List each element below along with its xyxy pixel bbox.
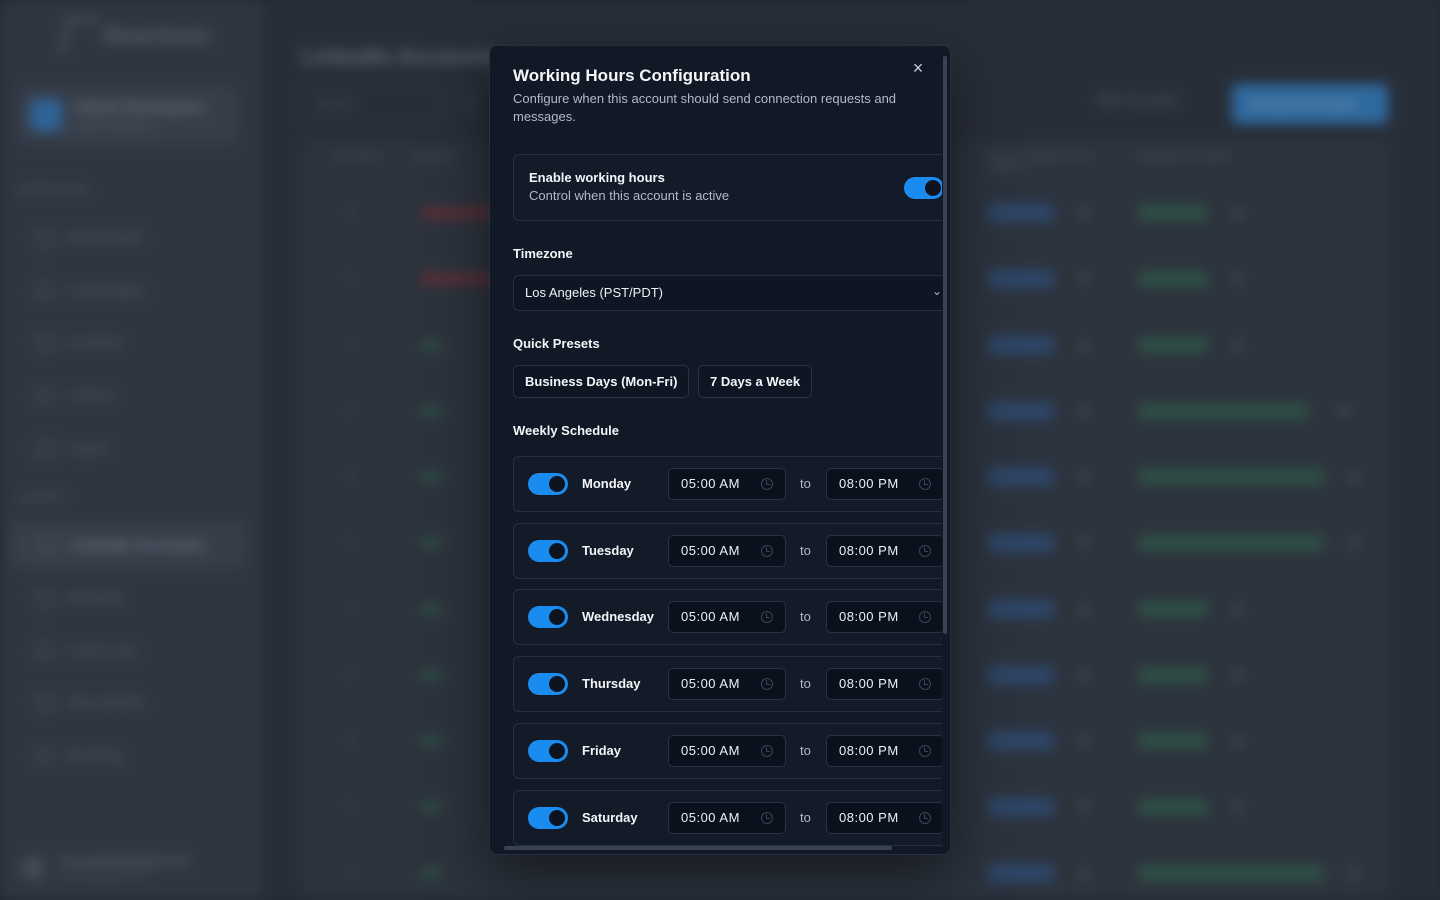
enable-working-hours-toggle[interactable] — [904, 177, 942, 199]
toggle-knob — [549, 810, 565, 826]
start-time-value: 05:00 AM — [681, 476, 740, 491]
to-separator: to — [800, 810, 811, 825]
working-hours-modal: × Working Hours Configuration Configure … — [489, 45, 951, 855]
end-time-value: 08:00 PM — [839, 676, 899, 691]
clock-icon — [761, 745, 773, 757]
to-separator: to — [800, 676, 811, 691]
day-toggle-saturday[interactable] — [528, 807, 568, 829]
end-time-input[interactable]: 08:00 PM — [826, 601, 942, 633]
toggle-knob — [549, 676, 565, 692]
toggle-knob — [549, 476, 565, 492]
end-time-input[interactable]: 08:00 PM — [826, 535, 942, 567]
end-time-input[interactable]: 08:00 PM — [826, 735, 942, 767]
to-separator: to — [800, 543, 811, 558]
day-toggle-tuesday[interactable] — [528, 540, 568, 562]
vertical-scrollbar[interactable] — [943, 56, 947, 634]
end-time-value: 08:00 PM — [839, 810, 899, 825]
start-time-input[interactable]: 05:00 AM — [668, 735, 786, 767]
clock-icon — [761, 812, 773, 824]
weekly-schedule-label: Weekly Schedule — [513, 423, 619, 438]
day-toggle-thursday[interactable] — [528, 673, 568, 695]
day-row-monday: Monday 05:00 AM to 08:00 PM — [513, 456, 942, 512]
end-time-value: 08:00 PM — [839, 543, 899, 558]
clock-icon — [919, 745, 931, 757]
day-name: Friday — [582, 743, 622, 758]
start-time-value: 05:00 AM — [681, 743, 740, 758]
day-row-thursday: Thursday 05:00 AM to 08:00 PM — [513, 656, 942, 712]
start-time-input[interactable]: 05:00 AM — [668, 668, 786, 700]
chevron-down-icon: ⌄ — [932, 284, 942, 298]
end-time-input[interactable]: 08:00 PM — [826, 802, 942, 834]
start-time-input[interactable]: 05:00 AM — [668, 802, 786, 834]
close-icon[interactable]: × — [908, 58, 928, 78]
toggle-knob — [549, 609, 565, 625]
clock-icon — [919, 678, 931, 690]
clock-icon — [761, 678, 773, 690]
start-time-value: 05:00 AM — [681, 810, 740, 825]
timezone-select[interactable]: Los Angeles (PST/PDT) ⌄ — [513, 275, 942, 311]
day-row-friday: Friday 05:00 AM to 08:00 PM — [513, 723, 942, 779]
day-name: Monday — [582, 476, 632, 491]
toggle-knob — [549, 743, 565, 759]
day-name: Wednesday — [582, 609, 655, 624]
clock-icon — [761, 478, 773, 490]
end-time-input[interactable]: 08:00 PM — [826, 468, 942, 500]
clock-icon — [761, 611, 773, 623]
to-separator: to — [800, 609, 811, 624]
start-time-input[interactable]: 05:00 AM — [668, 468, 786, 500]
clock-icon — [919, 545, 931, 557]
day-name: Tuesday — [582, 543, 634, 558]
enable-title: Enable working hours — [529, 170, 665, 185]
day-toggle-wednesday[interactable] — [528, 606, 568, 628]
day-name: Thursday — [582, 676, 641, 691]
horizontal-scrollbar[interactable] — [504, 846, 892, 850]
enable-subtitle: Control when this account is active — [529, 188, 730, 203]
enable-working-hours-card: Enable working hours Control when this a… — [513, 154, 942, 221]
modal-title: Working Hours Configuration — [513, 66, 751, 85]
timezone-value: Los Angeles (PST/PDT) — [525, 285, 663, 300]
day-toggle-friday[interactable] — [528, 740, 568, 762]
preset-business-days-button[interactable]: Business Days (Mon-Fri) — [513, 365, 690, 398]
timezone-label: Timezone — [513, 246, 573, 261]
clock-icon — [919, 478, 931, 490]
start-time-input[interactable]: 05:00 AM — [668, 535, 786, 567]
end-time-value: 08:00 PM — [839, 743, 899, 758]
preset-7-days-button[interactable]: 7 Days a Week — [698, 365, 813, 398]
clock-icon — [761, 545, 773, 557]
clock-icon — [919, 611, 931, 623]
end-time-value: 08:00 PM — [839, 609, 899, 624]
end-time-value: 08:00 PM — [839, 476, 899, 491]
clock-icon — [919, 812, 931, 824]
day-row-wednesday: Wednesday 05:00 AM to 08:00 PM — [513, 589, 942, 645]
modal-description: Configure when this account should send … — [513, 91, 897, 124]
to-separator: to — [800, 743, 811, 758]
start-time-value: 05:00 AM — [681, 543, 740, 558]
day-toggle-monday[interactable] — [528, 473, 568, 495]
end-time-input[interactable]: 08:00 PM — [826, 668, 942, 700]
to-separator: to — [800, 476, 811, 491]
start-time-value: 05:00 AM — [681, 676, 740, 691]
start-time-value: 05:00 AM — [681, 609, 740, 624]
toggle-knob — [549, 543, 565, 559]
day-name: Saturday — [582, 810, 638, 825]
modal-scroll-area[interactable]: × Working Hours Configuration Configure … — [490, 46, 942, 848]
toggle-knob — [925, 180, 941, 196]
day-row-tuesday: Tuesday 05:00 AM to 08:00 PM — [513, 523, 942, 579]
quick-presets-label: Quick Presets — [513, 336, 600, 351]
day-row-saturday: Saturday 05:00 AM to 08:00 PM — [513, 790, 942, 846]
start-time-input[interactable]: 05:00 AM — [668, 601, 786, 633]
